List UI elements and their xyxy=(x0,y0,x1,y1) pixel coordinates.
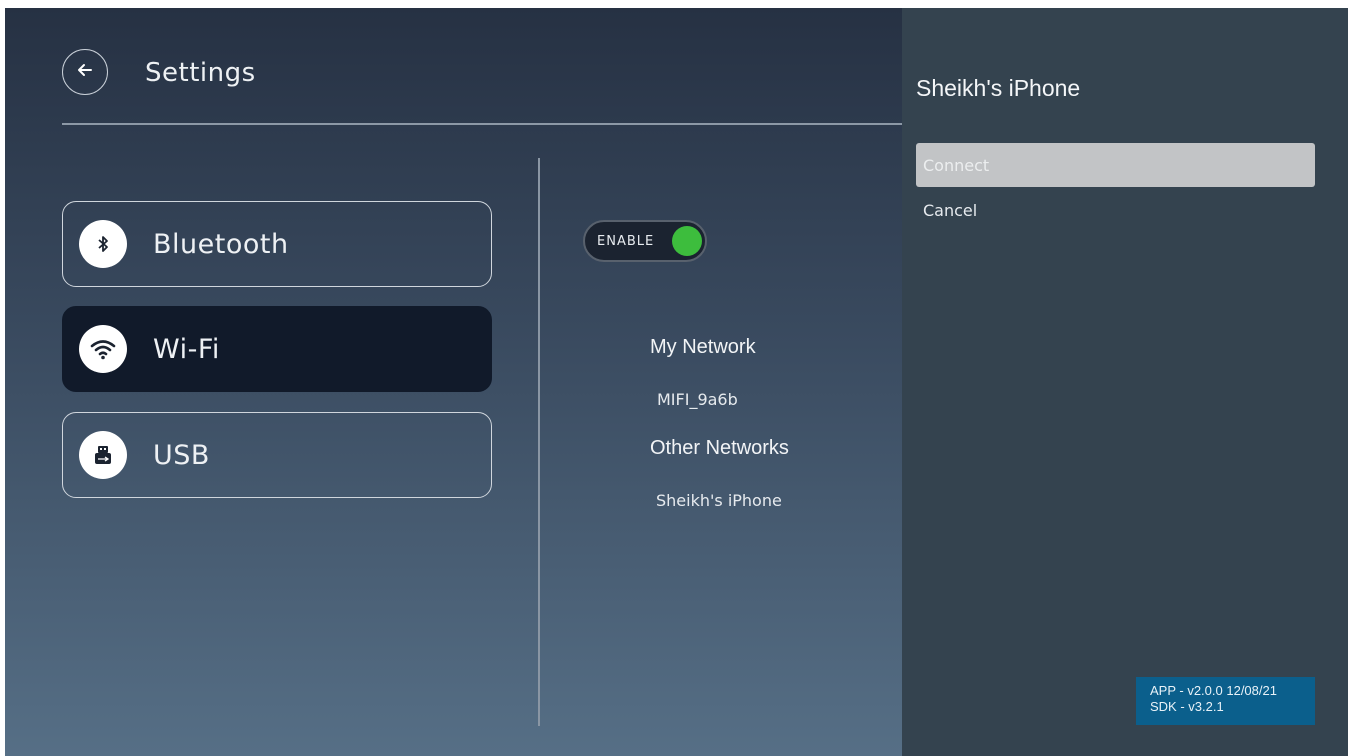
usb-label: USB xyxy=(153,439,210,471)
back-button[interactable] xyxy=(62,49,108,95)
page-title: Settings xyxy=(145,58,256,88)
settings-screen: Settings Bluetooth Wi-Fi USB ENABLE My N… xyxy=(5,8,1348,756)
toggle-label: ENABLE xyxy=(597,233,655,249)
wifi-icon xyxy=(79,325,127,373)
sdk-version: SDK - v3.2.1 xyxy=(1150,699,1224,714)
wifi-button[interactable]: Wi-Fi xyxy=(62,306,492,392)
bluetooth-label: Bluetooth xyxy=(153,228,289,260)
bluetooth-button[interactable]: Bluetooth xyxy=(62,201,492,287)
cancel-button[interactable]: Cancel xyxy=(916,188,1315,232)
network-item-sheikhs-iphone[interactable]: Sheikh's iPhone xyxy=(656,491,782,510)
header-divider xyxy=(62,123,905,125)
dialog-title: Sheikh's iPhone xyxy=(916,75,1081,101)
bluetooth-icon xyxy=(79,220,127,268)
toggle-knob xyxy=(672,226,702,256)
usb-icon xyxy=(79,431,127,479)
usb-button[interactable]: USB xyxy=(62,412,492,498)
network-dialog: Sheikh's iPhone Connect Cancel APP - v2.… xyxy=(902,8,1348,756)
wifi-label: Wi-Fi xyxy=(153,333,220,365)
my-network-heading: My Network xyxy=(650,336,756,358)
connect-button[interactable]: Connect xyxy=(916,143,1315,187)
app-version: APP - v2.0.0 12/08/21 xyxy=(1150,683,1277,698)
version-badge: APP - v2.0.0 12/08/21 SDK - v3.2.1 xyxy=(1136,677,1315,725)
wifi-enable-toggle[interactable]: ENABLE xyxy=(583,220,707,262)
arrow-left-icon xyxy=(76,61,94,83)
other-networks-heading: Other Networks xyxy=(650,437,789,459)
network-item-mifi[interactable]: MIFI_9a6b xyxy=(657,390,738,409)
vertical-divider xyxy=(538,158,540,726)
